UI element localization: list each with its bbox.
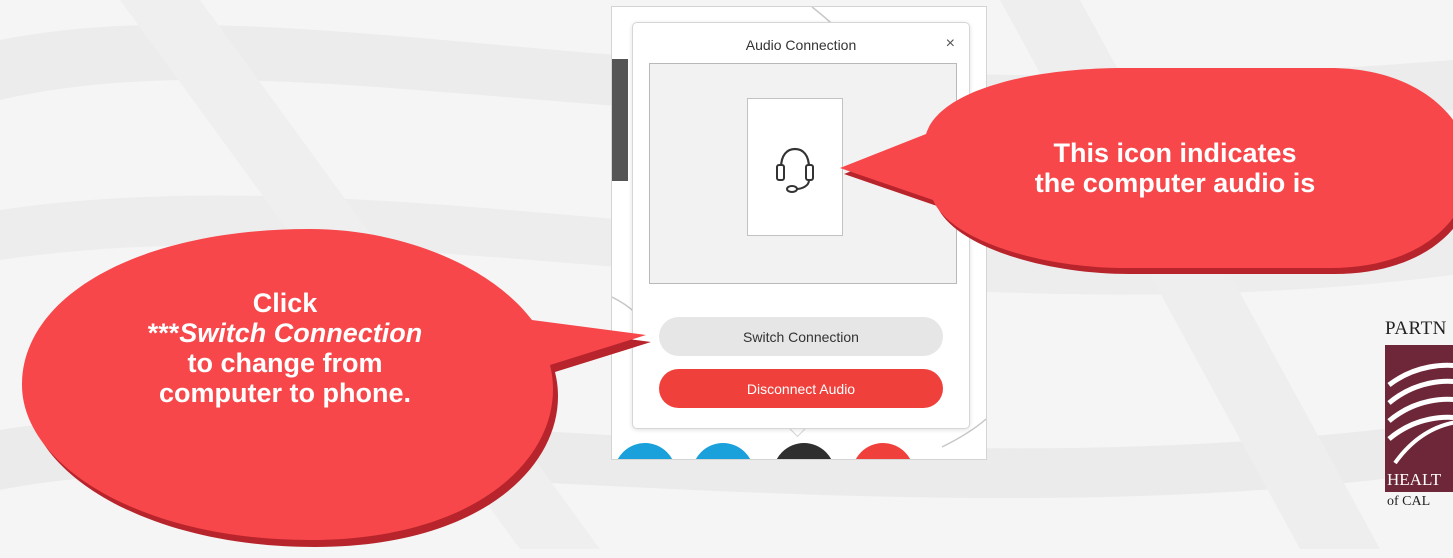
callout-left-line-2: ***Switch Connection xyxy=(75,318,495,348)
callout-left-text: Click ***Switch Connection to change fro… xyxy=(75,288,495,408)
disconnect-audio-button[interactable]: Disconnect Audio xyxy=(659,369,943,408)
logo-top-text: PARTN xyxy=(1385,318,1447,339)
callout-right-line-2: the computer audio is xyxy=(1034,168,1316,198)
organization-logo: PARTN HEALT of CAL xyxy=(1385,318,1453,558)
logo-sub-text: of CAL xyxy=(1387,494,1431,509)
callout-left-line-1: Click xyxy=(252,288,318,318)
callout-right-text: This icon indicates the computer audio i… xyxy=(960,138,1390,198)
headset-icon xyxy=(776,147,814,193)
callout-left-emphasis: Switch Connection xyxy=(179,318,423,348)
dialog-title: Audio Connection xyxy=(745,37,857,53)
callout-left-line-4: computer to phone. xyxy=(159,378,411,408)
logo-arcs xyxy=(1387,362,1453,465)
switch-connection-button[interactable]: Switch Connection xyxy=(659,317,943,356)
logo-bottom-text: HEALT xyxy=(1385,468,1453,492)
callout-left-stars: *** xyxy=(147,318,180,348)
close-icon[interactable]: × xyxy=(946,35,955,53)
callout-left-line-3: to change from xyxy=(187,348,383,378)
logo-emblem xyxy=(1385,345,1453,471)
callout-right-line-1: This icon indicates xyxy=(1053,138,1297,168)
device-card xyxy=(747,98,843,236)
